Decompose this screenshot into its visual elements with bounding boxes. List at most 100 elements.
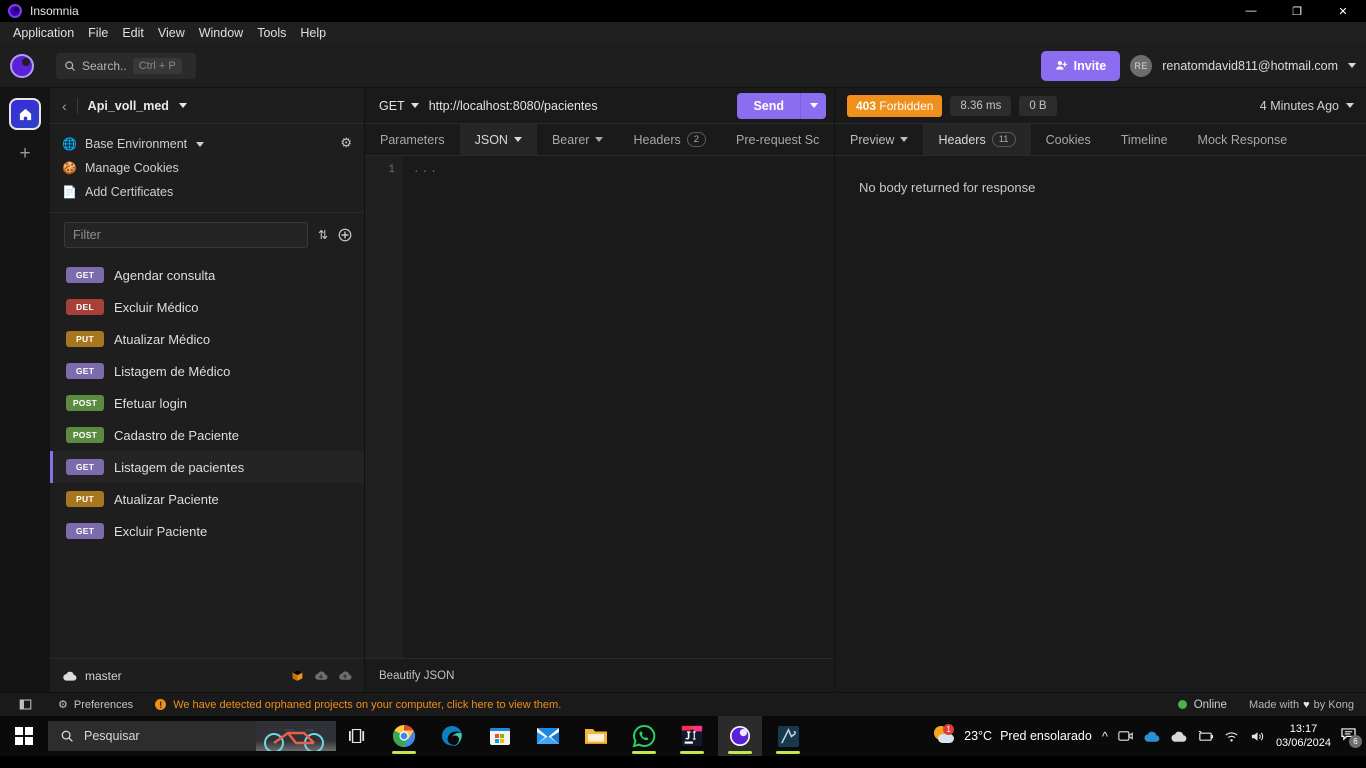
environment-selector[interactable]: 🌐 Base Environment <box>50 132 364 156</box>
taskbar-search[interactable]: Pesquisar <box>48 721 336 751</box>
request-row-4[interactable]: POST Efetuar login <box>50 387 364 419</box>
request-row-2[interactable]: PUT Atualizar Médico <box>50 323 364 355</box>
tab-label: JSON <box>474 132 508 147</box>
taskbar-app-intellij[interactable] <box>670 716 714 756</box>
request-row-5[interactable]: POST Cadastro de Paciente <box>50 419 364 451</box>
package-icon[interactable] <box>291 669 304 682</box>
wifi-icon[interactable] <box>1224 730 1240 743</box>
cloud-download-icon[interactable] <box>314 670 328 681</box>
add-workspace-button[interactable]: + <box>19 144 30 163</box>
weather-widget[interactable]: 1 23°C Pred ensolarado <box>934 724 1092 746</box>
cloud-sync-icon[interactable] <box>1170 730 1187 743</box>
request-body-editor[interactable]: 1 ... <box>365 156 834 658</box>
status-badge[interactable]: 403 Forbidden <box>847 94 943 117</box>
taskbar-app-store[interactable] <box>478 716 522 756</box>
request-row-6-selected[interactable]: GET Listagem de pacientes <box>50 451 364 483</box>
git-branch-label[interactable]: master <box>85 669 122 683</box>
chevron-down-icon[interactable] <box>1346 103 1354 108</box>
taskbar-app-explorer[interactable] <box>574 716 618 756</box>
send-options-button[interactable] <box>800 92 826 119</box>
send-button[interactable]: Send <box>737 92 800 119</box>
environment-chevron-down-icon[interactable] <box>196 141 205 147</box>
taskbar-app-edge[interactable] <box>430 716 474 756</box>
close-button[interactable]: ✕ <box>1320 0 1366 22</box>
url-input[interactable]: http://localhost:8080/pacientes <box>429 99 738 113</box>
taskbar-app-vector[interactable] <box>766 716 810 756</box>
bicycle-icon <box>264 729 324 751</box>
window-controls: — ❐ ✕ <box>1228 0 1366 22</box>
status-text: Forbidden <box>879 98 934 113</box>
menu-help[interactable]: Help <box>293 23 333 43</box>
menu-edit[interactable]: Edit <box>115 23 151 43</box>
taskbar-app-whatsapp[interactable] <box>622 716 666 756</box>
chevron-down-icon[interactable] <box>900 137 909 142</box>
menu-tools[interactable]: Tools <box>250 23 293 43</box>
account-chevron-down-icon[interactable] <box>1348 63 1356 68</box>
manage-cookies-item[interactable]: 🍪 Manage Cookies <box>50 156 364 180</box>
taskbar-app-mail[interactable] <box>526 716 570 756</box>
tab-bearer-auth[interactable]: Bearer <box>537 124 619 155</box>
response-history-selector[interactable]: 4 Minutes Ago <box>1260 99 1354 113</box>
volume-icon[interactable] <box>1250 730 1266 743</box>
tab-label: Cookies <box>1045 132 1091 147</box>
method-chevron-down-icon[interactable] <box>410 103 419 108</box>
maximize-restore-button[interactable]: ❐ <box>1274 0 1320 22</box>
menu-application[interactable]: Application <box>6 23 81 43</box>
request-name: Efetuar login <box>114 395 187 411</box>
request-row-8[interactable]: GET Excluir Paciente <box>50 515 364 547</box>
windows-taskbar: Pesquisar 1 23°C Pred ensolarado ^ 13:17… <box>0 716 1366 756</box>
taskbar-app-chrome[interactable] <box>382 716 426 756</box>
tab-mock-response[interactable]: Mock Response <box>1183 124 1303 155</box>
tab-cookies[interactable]: Cookies <box>1031 124 1106 155</box>
workspace-name[interactable]: Api_voll_med <box>88 99 169 113</box>
filter-input[interactable] <box>64 222 308 248</box>
response-size: 0 B <box>1019 95 1057 116</box>
global-search-box[interactable]: Search.. Ctrl + P <box>56 52 196 79</box>
minimize-button[interactable]: — <box>1228 0 1274 22</box>
clock[interactable]: 13:17 03/06/2024 <box>1276 722 1331 750</box>
tab-timeline[interactable]: Timeline <box>1106 124 1183 155</box>
workspace-chevron-down-icon[interactable] <box>178 103 187 108</box>
back-button[interactable]: ‹ <box>62 98 67 114</box>
tab-pre-request-script[interactable]: Pre-request Sc <box>721 124 834 155</box>
chevron-down-icon[interactable] <box>595 137 604 142</box>
toggle-sidebar-button[interactable] <box>0 698 50 711</box>
camera-icon[interactable] <box>1118 729 1133 743</box>
menu-view[interactable]: View <box>151 23 192 43</box>
cloud-upload-icon[interactable] <box>338 670 352 681</box>
warning-text: We have detected orphaned projects on yo… <box>173 698 562 711</box>
invite-button[interactable]: Invite <box>1040 50 1121 81</box>
add-request-icon[interactable] <box>338 228 352 242</box>
request-row-3[interactable]: GET Listagem de Médico <box>50 355 364 387</box>
tray-expand-icon[interactable]: ^ <box>1102 729 1108 744</box>
tab-response-headers[interactable]: Headers 11 <box>923 124 1031 155</box>
request-row-0[interactable]: GET Agendar consulta <box>50 259 364 291</box>
menu-window[interactable]: Window <box>192 23 250 43</box>
tab-json-body[interactable]: JSON <box>459 124 537 155</box>
avatar[interactable]: RE <box>1130 54 1153 77</box>
chevron-down-icon[interactable] <box>513 137 522 142</box>
method-selector[interactable]: GET <box>365 99 429 113</box>
beautify-json-button[interactable]: Beautify JSON <box>379 670 454 682</box>
start-button[interactable] <box>0 716 48 756</box>
home-button[interactable] <box>9 98 41 130</box>
gear-icon[interactable]: ⚙ <box>340 135 352 151</box>
tab-headers[interactable]: Headers 2 <box>618 124 721 155</box>
notification-center-button[interactable]: 6 <box>1341 728 1362 748</box>
request-row-1[interactable]: DEL Excluir Médico <box>50 291 364 323</box>
preferences-button[interactable]: ⚙ Preferences <box>50 698 133 712</box>
taskbar-app-insomnia[interactable] <box>718 716 762 756</box>
intellij-icon <box>681 725 703 747</box>
sidebar-footer: master <box>50 658 364 692</box>
editor-content[interactable]: ... <box>403 156 834 658</box>
battery-icon[interactable] <box>1197 730 1214 743</box>
tab-preview[interactable]: Preview <box>835 124 923 155</box>
menu-file[interactable]: File <box>81 23 115 43</box>
onedrive-icon[interactable] <box>1143 730 1160 743</box>
tab-parameters[interactable]: Parameters <box>365 124 460 155</box>
add-certificates-item[interactable]: 📄 Add Certificates <box>50 180 364 204</box>
task-view-button[interactable] <box>336 729 378 743</box>
request-row-7[interactable]: PUT Atualizar Paciente <box>50 483 364 515</box>
sort-icon[interactable]: ⇅ <box>318 228 328 242</box>
orphan-projects-warning[interactable]: ! We have detected orphaned projects on … <box>155 699 561 711</box>
